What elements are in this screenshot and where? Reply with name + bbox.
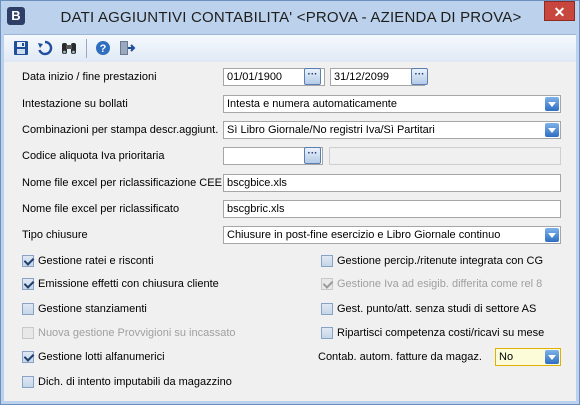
checkbox-provvigioni-incassato (22, 327, 34, 339)
intestazione-bollati-label: Intestazione su bollati (22, 98, 128, 110)
dialog-window: B DATI AGGIUNTIVI CONTABILITA' <PROVA - … (0, 0, 580, 405)
checkbox-emissione-effetti-label: Emissione effetti con chiusura cliente (38, 278, 219, 290)
checkbox-lotti-alfanumerici-label: Gestione lotti alfanumerici (38, 351, 165, 363)
codice-iva-lookup-button[interactable]: ··· (304, 147, 321, 164)
codice-iva-label: Codice aliquota Iva prioritaria (22, 150, 165, 162)
checkbox-stanziamenti[interactable] (22, 303, 34, 315)
intestazione-bollati-value: Intesta e numera automaticamente (227, 98, 397, 110)
checkbox-punto-attivita-label: Gest. punto/att. senza studi di settore … (337, 303, 537, 315)
undo-icon[interactable] (36, 39, 54, 57)
data-prestazioni-label: Data inizio / fine prestazioni (22, 71, 157, 83)
window-title: DATI AGGIUNTIVI CONTABILITA' <PROVA - AZ… (60, 9, 522, 26)
app-icon: B (7, 7, 25, 25)
checkbox-dich-intento-label: Dich. di intento imputabili da magazzino (38, 376, 232, 388)
data-inizio-lookup-button[interactable]: ··· (304, 68, 321, 85)
file-riclass-label: Nome file excel per riclassificato (22, 203, 180, 215)
file-cee-field[interactable]: bscgbice.xls (223, 174, 561, 192)
tipo-chiusure-select[interactable]: Chiusure in post-fine esercizio e Libro … (223, 226, 561, 244)
checkbox-punto-attivita[interactable] (321, 303, 333, 315)
checkbox-ratei-risconti-label: Gestione ratei e risconti (38, 255, 154, 267)
checkbox-provvigioni-incassato-label: Nuova gestione Provvigioni su incassato (38, 327, 236, 339)
tipo-chiusure-value: Chiusure in post-fine esercizio e Libro … (227, 229, 501, 241)
checkbox-emissione-effetti[interactable] (22, 278, 34, 290)
checkbox-ripartisci-competenza[interactable] (321, 327, 333, 339)
checkbox-stanziamenti-label: Gestione stanziamenti (38, 303, 147, 315)
chevron-down-icon[interactable] (545, 228, 559, 242)
chevron-down-icon[interactable] (545, 123, 559, 137)
combinazioni-value: Sì Libro Giornale/No registri Iva/Sì Par… (227, 124, 435, 136)
file-riclass-field[interactable]: bscgbric.xls (223, 200, 561, 218)
exit-icon[interactable] (118, 39, 136, 57)
file-cee-label: Nome file excel per riclassificazione CE… (22, 177, 222, 189)
title-bar: B DATI AGGIUNTIVI CONTABILITA' <PROVA - … (1, 1, 579, 33)
data-fine-lookup-button[interactable]: ··· (411, 68, 428, 85)
save-icon[interactable] (12, 39, 30, 57)
checkbox-dich-intento[interactable] (22, 376, 34, 388)
form-panel: Data inizio / fine prestazioni 01/01/190… (4, 62, 576, 401)
checkbox-ratei-risconti[interactable] (22, 255, 34, 267)
chevron-down-icon[interactable] (545, 350, 559, 364)
checkbox-iva-esigibilita-label: Gestione Iva ad esigib. differita come r… (337, 278, 543, 290)
combinazioni-label: Combinazioni per stampa descr.aggiunt. (22, 124, 219, 136)
checkbox-percip-ritenute[interactable] (321, 255, 333, 267)
checkbox-percip-ritenute-label: Gestione percip./ritenute integrata con … (337, 255, 544, 267)
codice-iva-description (329, 147, 561, 165)
checkbox-iva-esigibilita (321, 278, 333, 290)
help-icon[interactable]: ? (94, 39, 112, 57)
checkbox-lotti-alfanumerici[interactable] (22, 351, 34, 363)
binoculars-icon[interactable] (60, 39, 78, 57)
checkbox-ripartisci-competenza-label: Ripartisci competenza costi/ricavi su me… (337, 327, 545, 339)
close-button[interactable]: ✕ (544, 1, 575, 21)
combinazioni-select[interactable]: Sì Libro Giornale/No registri Iva/Sì Par… (223, 121, 561, 139)
intestazione-bollati-select[interactable]: Intesta e numera automaticamente (223, 95, 561, 113)
svg-text:?: ? (100, 43, 107, 55)
chevron-down-icon[interactable] (545, 97, 559, 111)
contab-autom-select[interactable]: No (495, 348, 561, 366)
toolbar-separator (86, 39, 87, 58)
tipo-chiusure-label: Tipo chiusure (22, 229, 88, 241)
toolbar: ? (4, 34, 576, 63)
contab-autom-label: Contab. autom. fatture da magaz. (318, 351, 482, 363)
contab-autom-value: No (499, 351, 514, 363)
